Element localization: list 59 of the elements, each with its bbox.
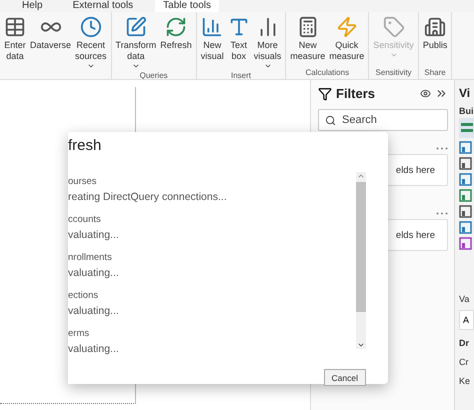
status-text: valuating... (68, 229, 120, 241)
ribbon-button[interactable]: Quick measure (327, 12, 366, 67)
cancel-button[interactable]: Cancel (324, 369, 366, 386)
eye-icon[interactable] (420, 88, 431, 99)
scroll-down-icon[interactable] (357, 341, 365, 349)
table-name: ections (68, 290, 100, 301)
more-icon[interactable] (436, 147, 448, 150)
ribbon-icon (382, 16, 405, 40)
ribbon-button[interactable]: Publis (420, 12, 450, 67)
ribbon-button[interactable]: New measure (288, 12, 328, 67)
ribbon-button[interactable]: Enter data (2, 12, 28, 79)
pane-title: Filters (336, 86, 376, 101)
ribbon-button[interactable]: Transform data (114, 12, 158, 70)
visual-icon[interactable] (459, 118, 474, 138)
ribbon-tab[interactable]: Table tools (155, 0, 219, 12)
search-icon (325, 114, 336, 126)
field-well[interactable]: A (459, 310, 474, 330)
ribbon-button[interactable]: Recent sources (73, 12, 109, 79)
table-name: erms (68, 328, 90, 339)
table-name: nrollments (68, 252, 113, 263)
status-text: valuating... (68, 343, 120, 355)
ribbon-button[interactable]: More visuals (252, 12, 284, 70)
group-label: Calculations (305, 67, 350, 79)
status-text: reating DirectQuery connections... (68, 191, 228, 203)
group-label: Insert (230, 70, 251, 79)
section-label: Dr (459, 338, 470, 348)
status-text: valuating... (68, 267, 120, 279)
filter-icon (318, 86, 332, 100)
ribbon-button[interactable]: Refresh (158, 12, 194, 70)
visual-icon[interactable] (459, 173, 472, 186)
visual-icon[interactable] (459, 221, 472, 234)
ribbon-button[interactable]: New visual (198, 12, 226, 70)
visual-icon[interactable] (459, 189, 472, 202)
scrollbar[interactable] (356, 172, 366, 349)
option-label: Cr (459, 357, 470, 367)
ribbon-tab[interactable]: External tools (64, 0, 142, 12)
pane-title: Vi (459, 86, 472, 100)
ribbon-button[interactable]: Text box (226, 12, 252, 70)
table-name: ccounts (68, 214, 102, 225)
group-label: Share (424, 67, 446, 79)
ribbon-icon (336, 16, 358, 40)
option-label: Ke (459, 376, 472, 386)
table-name: ourses (68, 176, 98, 187)
visual-icon[interactable] (459, 237, 472, 250)
visual-icon[interactable] (459, 205, 472, 218)
build-label: Bui (459, 106, 474, 116)
visual-icon[interactable] (459, 157, 472, 170)
dialog-title: fresh (68, 137, 102, 154)
search-field[interactable]: Search (318, 109, 448, 131)
ribbon-button[interactable]: Dataverse (28, 12, 74, 79)
ribbon-icon (80, 16, 102, 40)
section-label: Va (459, 294, 470, 304)
scroll-up-icon[interactable] (357, 172, 365, 180)
collapse-icon[interactable] (435, 87, 448, 100)
more-icon[interactable] (436, 212, 448, 215)
status-text: valuating... (68, 305, 120, 317)
ribbon-tab[interactable]: Help (14, 0, 51, 12)
group-label: Sensitivity (376, 67, 412, 79)
visual-icon[interactable] (459, 141, 472, 154)
